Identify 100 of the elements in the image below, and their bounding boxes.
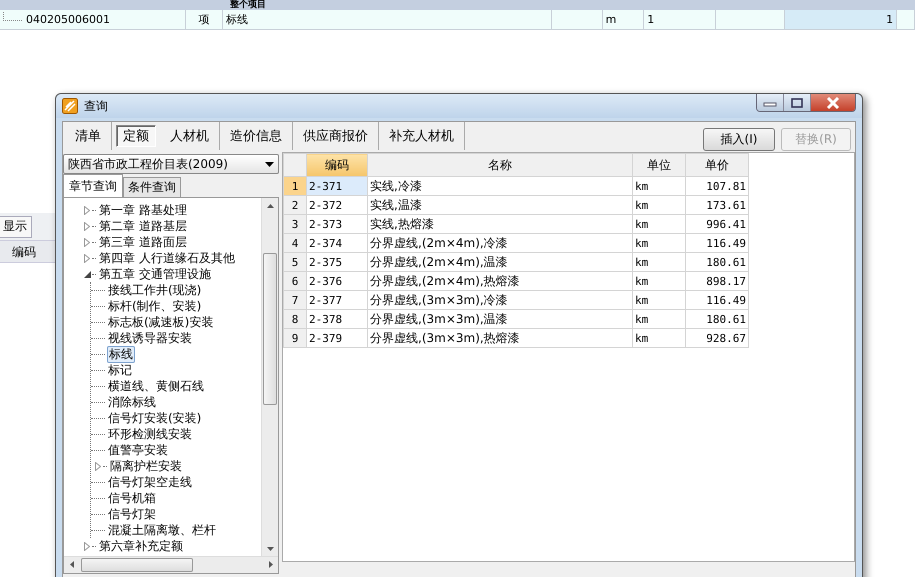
table-cell: km <box>632 196 686 214</box>
expand-icon[interactable] <box>82 222 92 230</box>
caret-icon <box>265 162 274 166</box>
tab[interactable]: 供应商报价 <box>293 122 379 150</box>
table-cell: 996.41 <box>686 214 748 234</box>
table-cell: 2-374 <box>306 234 368 252</box>
vertical-scrollbar[interactable] <box>261 198 278 556</box>
tree-item[interactable]: 标志板(减速板)安装 <box>107 314 214 330</box>
scroll-down-icon[interactable] <box>266 546 274 550</box>
column-header[interactable]: 单价 <box>686 154 748 176</box>
table-cell: 2-371 <box>306 176 368 196</box>
table-cell: km <box>632 176 686 196</box>
tree-item[interactable]: 标杆(制作、安装) <box>107 298 202 314</box>
table-cell: 2-379 <box>306 328 368 348</box>
scroll-up-icon[interactable] <box>266 204 274 208</box>
table-cell: 1 <box>785 10 898 29</box>
tree-item[interactable]: 视线诱导器安装 <box>107 330 193 346</box>
tree-item[interactable]: 信号灯架空走线 <box>107 474 193 490</box>
tree-item[interactable]: 第二章 道路基层 <box>98 218 188 234</box>
column-header[interactable]: 单位 <box>632 154 686 176</box>
table-cell: 898.17 <box>686 272 748 290</box>
tree-item[interactable]: 隔离护栏安装 <box>109 458 183 474</box>
tree-item[interactable]: 环形检测线安装 <box>107 426 193 442</box>
table-cell: 107.81 <box>686 176 748 196</box>
table-cell: km <box>632 234 686 252</box>
tree-item[interactable]: 信号灯安装(安装) <box>107 410 202 426</box>
tree-item[interactable]: 第五章 交通管理设施 <box>98 266 212 282</box>
library-dropdown[interactable]: 陕西省市政工程价目表(2009) <box>63 154 279 174</box>
row-number: 8 <box>284 310 306 328</box>
tree-item[interactable]: 消除标线 <box>107 394 157 410</box>
table-cell: km <box>632 310 686 328</box>
tree-item[interactable]: 第四章 人行道缘石及其他 <box>98 250 236 266</box>
tree-item[interactable]: 接线工作井(现浇) <box>107 282 202 298</box>
table-cell: 928.67 <box>686 328 748 348</box>
table-cell: 实线,热熔漆 <box>368 214 632 234</box>
table-cell: 1 <box>644 10 716 29</box>
tree-item[interactable]: 横道线、黄侧石线 <box>107 378 205 394</box>
tree-item[interactable]: 混凝土隔离墩、栏杆 <box>107 522 217 538</box>
row-number: 2 <box>284 196 306 214</box>
row-number: 3 <box>284 214 306 234</box>
table-cell: 2-378 <box>306 310 368 328</box>
expand-icon[interactable] <box>82 206 92 214</box>
horizontal-scrollbar[interactable] <box>64 556 278 573</box>
table-cell: 173.61 <box>686 196 748 214</box>
tree-item[interactable]: 标记 <box>107 362 133 378</box>
insert-button[interactable]: 插入(I) <box>703 128 775 150</box>
table-cell: 分界虚线,(3m×3m),冷漆 <box>368 290 632 310</box>
expand-icon[interactable] <box>93 462 103 470</box>
table-cell: 分界虚线,(2m×4m),冷漆 <box>368 234 632 252</box>
display-button[interactable]: 显示 <box>0 216 32 238</box>
column-header[interactable]: 名称 <box>368 154 632 176</box>
table-cell: 分界虚线,(2m×4m),温漆 <box>368 252 632 272</box>
table-cell-text: 040205006001 <box>26 12 110 28</box>
table-cell: 116.49 <box>686 290 748 310</box>
table-cell: 标线 <box>223 10 552 29</box>
table-cell: 实线,温漆 <box>368 196 632 214</box>
row-number: 1 <box>284 176 306 196</box>
table-cell: 2-377 <box>306 290 368 310</box>
expand-icon[interactable] <box>82 542 92 550</box>
window-title: 查询 <box>84 98 108 114</box>
tab[interactable]: 定额 <box>116 125 156 147</box>
row-number: 5 <box>284 252 306 272</box>
tree-item[interactable]: 第三章 道路面层 <box>98 234 188 250</box>
close-button[interactable] <box>811 94 855 111</box>
tree-item[interactable]: 第一章 路基处理 <box>98 202 188 218</box>
table-cell: 180.61 <box>686 252 748 272</box>
tab[interactable]: 清单 <box>65 122 112 150</box>
dropdown-value: 陕西省市政工程价目表(2009) <box>68 156 228 172</box>
expand-icon[interactable] <box>82 254 92 262</box>
tab[interactable]: 条件查询 <box>123 177 181 197</box>
expand-icon[interactable] <box>82 238 92 246</box>
tab[interactable]: 造价信息 <box>220 122 293 150</box>
tab[interactable]: 人材机 <box>160 122 220 150</box>
tree-item[interactable]: 标线 <box>107 346 135 362</box>
row-number: 6 <box>284 272 306 290</box>
tree-item[interactable]: 信号灯架 <box>107 506 157 522</box>
column-header[interactable]: 编码 <box>306 154 368 176</box>
scroll-right-icon[interactable] <box>268 561 272 568</box>
tree-item[interactable]: 第六章补充定额 <box>98 538 184 554</box>
tree-item[interactable]: 值警亭安装 <box>107 442 169 458</box>
table-cell: 2-372 <box>306 196 368 214</box>
scroll-left-icon[interactable] <box>70 561 74 568</box>
table-cell: 分界虚线,(2m×4m),热熔漆 <box>368 272 632 290</box>
table-cell: km <box>632 252 686 272</box>
maximize-button[interactable] <box>784 94 811 111</box>
table-cell: 项 <box>186 10 224 29</box>
table-cell: 116.49 <box>686 234 748 252</box>
row-number: 9 <box>284 328 306 348</box>
table-cell: km <box>632 328 686 348</box>
table-cell: km <box>632 272 686 290</box>
minimize-button[interactable] <box>757 94 784 111</box>
tab[interactable]: 补充人材机 <box>379 122 465 150</box>
table-cell: 实线,冷漆 <box>368 176 632 196</box>
tree-item[interactable]: 信号机箱 <box>107 490 157 506</box>
row-number: 4 <box>284 234 306 252</box>
collapse-icon[interactable] <box>82 270 92 278</box>
tab[interactable]: 章节查询 <box>63 174 123 197</box>
table-cell: m <box>602 10 644 29</box>
table-cell: 2-375 <box>306 252 368 272</box>
table-cell: 2-376 <box>306 272 368 290</box>
